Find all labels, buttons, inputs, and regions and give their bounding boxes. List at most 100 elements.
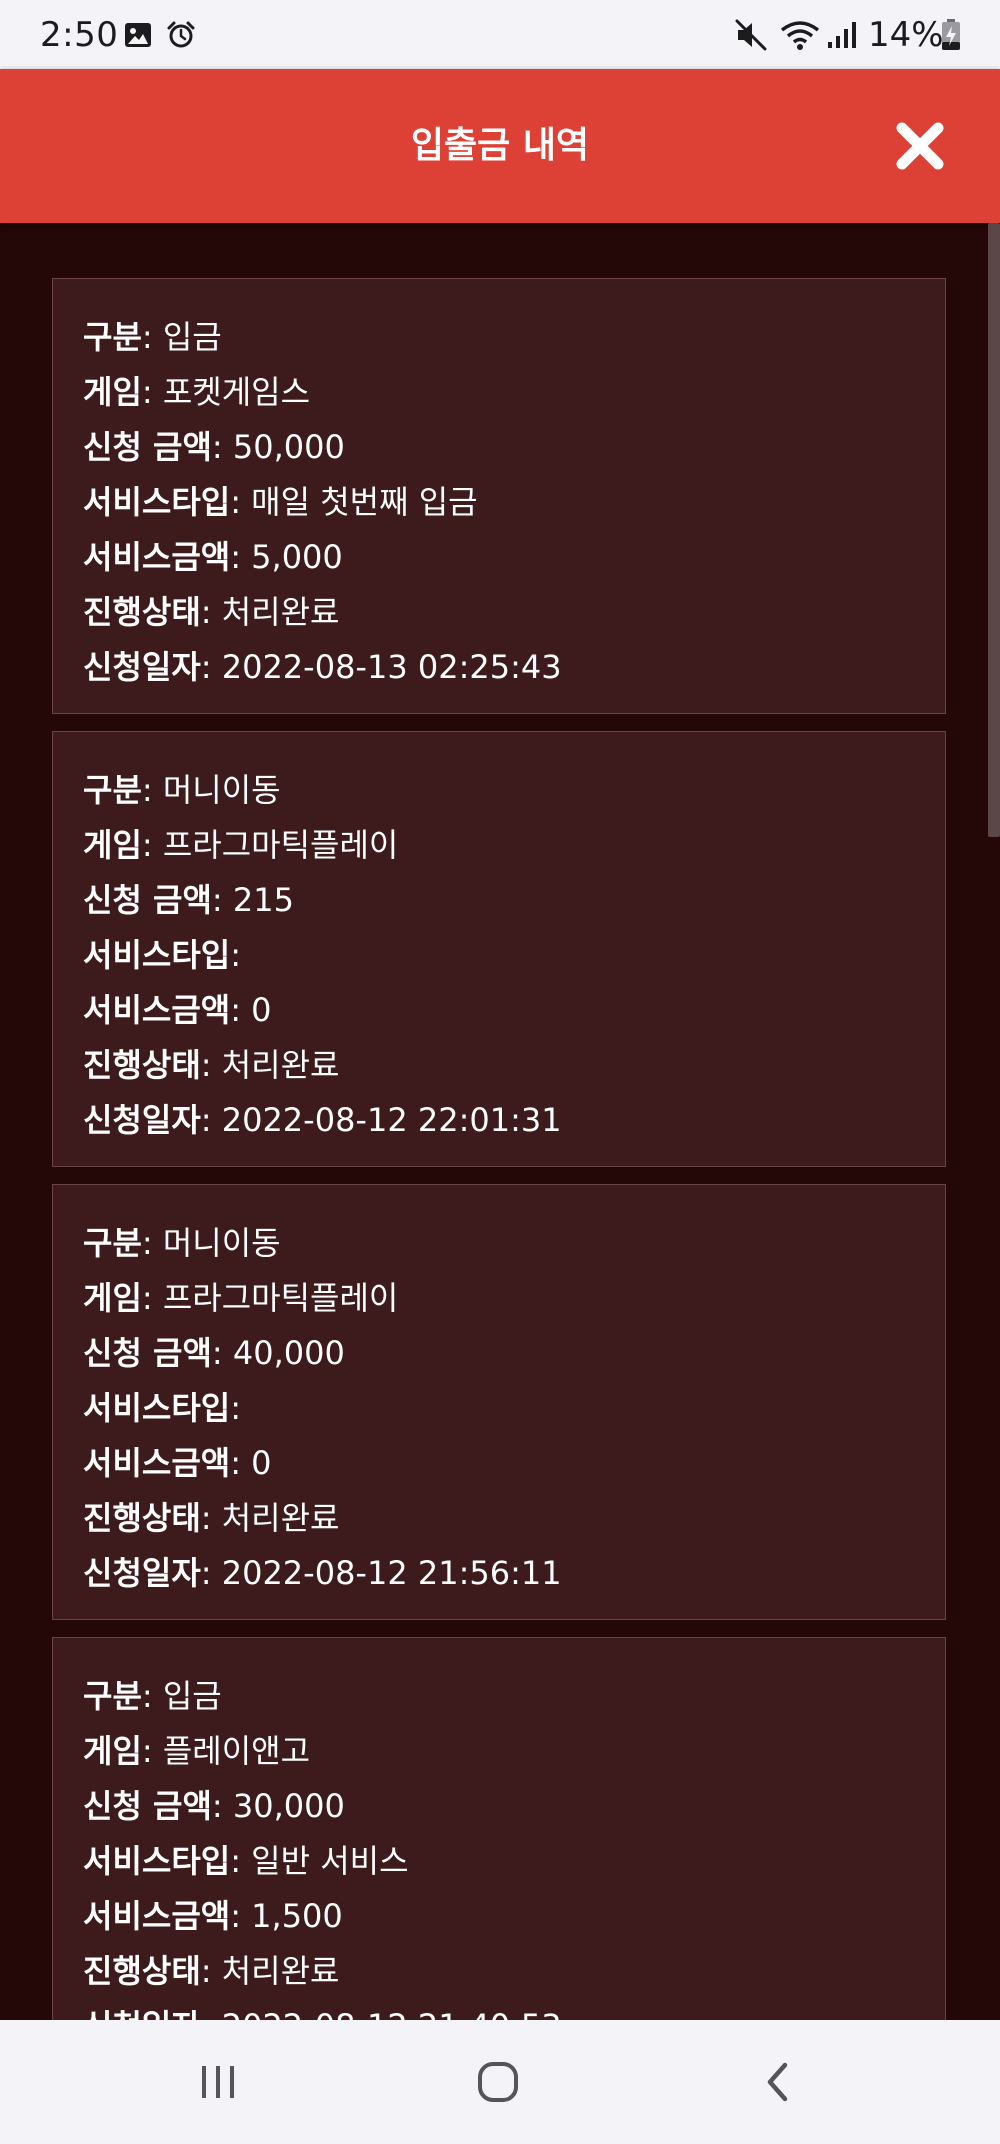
row-service-type: 서비스타입: bbox=[83, 936, 241, 974]
status-label: 진행상태 bbox=[83, 1499, 201, 1537]
status-time: 2:50 bbox=[40, 15, 119, 55]
service-amount-value: 0 bbox=[251, 1444, 272, 1482]
type-label: 구분 bbox=[83, 771, 142, 809]
type-label: 구분 bbox=[83, 318, 142, 356]
type-value: 입금 bbox=[162, 318, 222, 356]
close-button[interactable] bbox=[894, 120, 946, 172]
alarm-icon bbox=[166, 0, 196, 69]
date-label: 신청일자 bbox=[83, 648, 201, 686]
game-label: 게임 bbox=[83, 373, 142, 411]
transaction-card: 구분: 입금 게임: 포켓게임스 신청 금액: 50,000 서비스타입: 매일… bbox=[52, 278, 946, 714]
game-value: 포켓게임스 bbox=[162, 373, 311, 411]
service-type-label: 서비스타입 bbox=[83, 1842, 231, 1880]
row-amount: 신청 금액: 40,000 bbox=[83, 1334, 345, 1372]
amount-label: 신청 금액 bbox=[83, 1334, 212, 1372]
amount-value: 215 bbox=[232, 881, 294, 919]
status-label: 진행상태 bbox=[83, 1952, 201, 1990]
service-type-value: 매일 첫번째 입금 bbox=[251, 483, 478, 521]
row-service-amount: 서비스금액: 1,500 bbox=[83, 1897, 343, 1935]
date-value: 2022-08-12 21:40:53 bbox=[222, 2007, 562, 2020]
type-value: 머니이동 bbox=[162, 1224, 281, 1262]
battery-charging-icon bbox=[940, 0, 962, 69]
row-service-type: 서비스타입: bbox=[83, 1389, 241, 1427]
app-header: 입출금 내역 bbox=[0, 69, 1000, 223]
navigation-bar bbox=[0, 2020, 1000, 2144]
row-status: 진행상태: 처리완료 bbox=[83, 593, 340, 631]
game-label: 게임 bbox=[83, 1732, 142, 1770]
date-label: 신청일자 bbox=[83, 2007, 201, 2020]
back-button[interactable] bbox=[746, 2050, 810, 2114]
row-type: 구분: 머니이동 bbox=[83, 1224, 281, 1262]
row-type: 구분: 머니이동 bbox=[83, 771, 281, 809]
date-label: 신청일자 bbox=[83, 1101, 201, 1139]
battery-level: 14% bbox=[868, 15, 944, 55]
service-amount-label: 서비스금액 bbox=[83, 991, 231, 1029]
date-value: 2022-08-12 21:56:11 bbox=[221, 1554, 562, 1592]
mute-icon bbox=[734, 0, 768, 69]
type-value: 머니이동 bbox=[162, 771, 281, 809]
service-type-label: 서비스타입 bbox=[83, 936, 231, 974]
close-icon bbox=[896, 122, 944, 170]
row-service-amount: 서비스금액: 5,000 bbox=[83, 538, 343, 576]
page-title: 입출금 내역 bbox=[410, 125, 590, 166]
game-label: 게임 bbox=[83, 826, 142, 864]
amount-label: 신청 금액 bbox=[83, 1787, 212, 1825]
row-service-type: 서비스타입: 매일 첫번째 입금 bbox=[83, 483, 478, 521]
row-amount: 신청 금액: 215 bbox=[83, 881, 294, 919]
amount-value: 50,000 bbox=[232, 428, 345, 466]
home-button[interactable] bbox=[466, 2050, 530, 2114]
amount-value: 40,000 bbox=[232, 1334, 345, 1372]
row-status: 진행상태: 처리완료 bbox=[83, 1952, 340, 1990]
date-value: 2022-08-13 02:25:43 bbox=[221, 648, 562, 686]
status-label: 진행상태 bbox=[83, 593, 201, 631]
recent-apps-button[interactable] bbox=[186, 2050, 250, 2114]
service-amount-label: 서비스금액 bbox=[83, 538, 231, 576]
row-service-amount: 서비스금액: 0 bbox=[83, 991, 272, 1029]
service-amount-value: 5,000 bbox=[251, 538, 343, 576]
date-value: 2022-08-12 22:01:31 bbox=[221, 1101, 562, 1139]
transaction-card: 구분: 입금 게임: 플레이앤고 신청 금액: 30,000 서비스타입: 일반… bbox=[52, 1637, 946, 2020]
service-amount-value: 0 bbox=[251, 991, 272, 1029]
row-service-type: 서비스타입: 일반 서비스 bbox=[83, 1842, 409, 1880]
status-value: 처리완료 bbox=[221, 1499, 340, 1537]
status-label: 진행상태 bbox=[83, 1046, 201, 1084]
service-type-label: 서비스타입 bbox=[83, 483, 231, 521]
type-label: 구분 bbox=[83, 1224, 142, 1262]
type-value: 입금 bbox=[162, 1677, 222, 1715]
status-bar: 2:50 14% bbox=[0, 0, 1000, 69]
status-value: 처리완료 bbox=[221, 593, 340, 631]
service-amount-value: 1,500 bbox=[251, 1897, 343, 1935]
game-value: 프라그마틱플레이 bbox=[162, 826, 399, 864]
game-value: 프라그마틱플레이 bbox=[162, 1279, 399, 1317]
amount-value: 30,000 bbox=[232, 1787, 345, 1825]
row-status: 진행상태: 처리완료 bbox=[83, 1499, 340, 1537]
game-value: 플레이앤고 bbox=[162, 1732, 311, 1770]
row-game: 게임: 프라그마틱플레이 bbox=[83, 826, 399, 864]
row-amount: 신청 금액: 50,000 bbox=[83, 428, 345, 466]
amount-label: 신청 금액 bbox=[83, 428, 212, 466]
row-game: 게임: 프라그마틱플레이 bbox=[83, 1279, 399, 1317]
game-label: 게임 bbox=[83, 1279, 142, 1317]
row-type: 구분: 입금 bbox=[83, 1677, 222, 1715]
wifi-icon bbox=[780, 0, 820, 69]
row-date: 신청일자: 2022-08-13 02:25:43 bbox=[83, 648, 562, 686]
service-type-label: 서비스타입 bbox=[83, 1389, 231, 1427]
status-value: 처리완료 bbox=[221, 1046, 340, 1084]
row-status: 진행상태: 처리완료 bbox=[83, 1046, 340, 1084]
type-label: 구분 bbox=[83, 1677, 142, 1715]
service-amount-label: 서비스금액 bbox=[83, 1897, 231, 1935]
row-date: 신청일자: 2022-08-12 21:56:11 bbox=[83, 1554, 562, 1592]
service-amount-label: 서비스금액 bbox=[83, 1444, 231, 1482]
row-game: 게임: 플레이앤고 bbox=[83, 1732, 311, 1770]
transaction-card: 구분: 머니이동 게임: 프라그마틱플레이 신청 금액: 40,000 서비스타… bbox=[52, 1184, 946, 1620]
transaction-list[interactable]: 구분: 입금 게임: 포켓게임스 신청 금액: 50,000 서비스타입: 매일… bbox=[0, 223, 1000, 2020]
home-icon bbox=[478, 2062, 518, 2102]
service-type-value: 일반 서비스 bbox=[251, 1842, 409, 1880]
scrollbar[interactable] bbox=[988, 223, 1000, 837]
row-amount: 신청 금액: 30,000 bbox=[83, 1787, 345, 1825]
row-date: 신청일자: 2022-08-12 22:01:31 bbox=[83, 1101, 562, 1139]
amount-label: 신청 금액 bbox=[83, 881, 212, 919]
date-label: 신청일자 bbox=[83, 1554, 201, 1592]
row-game: 게임: 포켓게임스 bbox=[83, 373, 311, 411]
row-service-amount: 서비스금액: 0 bbox=[83, 1444, 272, 1482]
